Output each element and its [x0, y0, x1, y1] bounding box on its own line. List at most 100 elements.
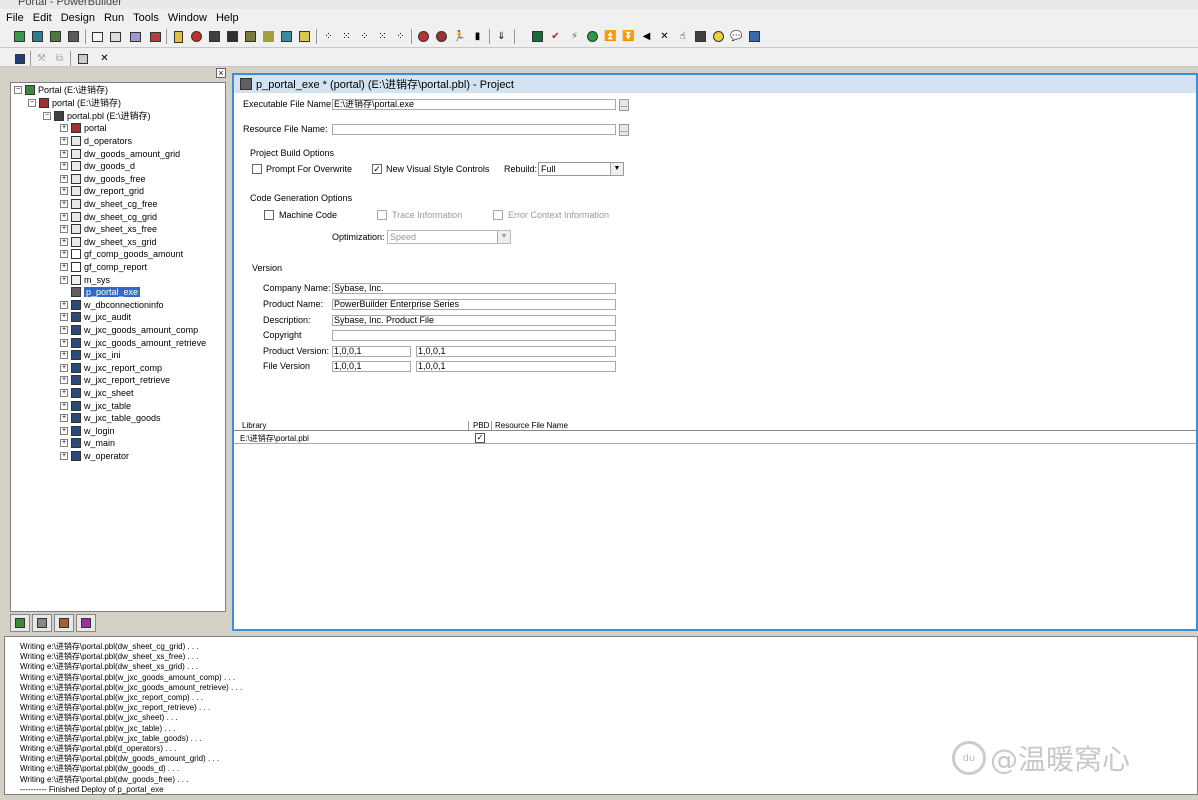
copyright-input[interactable] — [332, 330, 616, 341]
res-file-input[interactable] — [332, 124, 616, 135]
prompt-overwrite-checkbox[interactable] — [252, 164, 262, 174]
lightning-icon[interactable]: ⚡ — [566, 28, 583, 45]
shield-icon[interactable] — [529, 28, 546, 45]
upload-icon[interactable]: ⏫ — [602, 28, 619, 45]
machine-code-checkbox[interactable] — [264, 210, 274, 220]
dots3-icon[interactable]: ⁘ — [356, 28, 373, 45]
globe-icon[interactable] — [584, 28, 601, 45]
debug-icon[interactable] — [415, 28, 432, 45]
tree-node[interactable]: + w_jxc_ini — [60, 348, 121, 361]
dbprofile-icon[interactable] — [188, 28, 205, 45]
window-icon[interactable] — [89, 28, 106, 45]
tree-node[interactable]: + w_jxc_audit — [60, 310, 131, 323]
menu-window[interactable]: Window — [168, 12, 207, 24]
rebuild-select[interactable]: Full ▼ — [538, 162, 624, 176]
tree-icon[interactable] — [260, 28, 277, 45]
library-painter-icon[interactable] — [224, 28, 241, 45]
menu-edit[interactable]: Edit — [33, 12, 52, 24]
product-version-string-input[interactable]: 1,0,0,1 — [416, 346, 616, 357]
layout-icon[interactable] — [107, 28, 124, 45]
download-icon[interactable]: ⏬ — [620, 28, 637, 45]
tree-node[interactable]: + gf_comp_goods_amount — [60, 247, 183, 260]
building-icon[interactable] — [692, 28, 709, 45]
trace-info-checkbox[interactable] — [377, 210, 387, 220]
tab-output-icon[interactable] — [76, 614, 96, 632]
description-input[interactable]: Sybase, Inc. Product File — [332, 315, 616, 326]
dots1-icon[interactable]: ⁘ — [320, 28, 337, 45]
tree-node[interactable]: + dw_goods_d — [60, 159, 135, 172]
tree-node[interactable]: + portal — [60, 121, 107, 134]
tab-library-icon[interactable] — [54, 614, 74, 632]
tab-system-tree-icon[interactable] — [10, 614, 30, 632]
file-version-string-input[interactable]: 1,0,0,1 — [416, 361, 616, 372]
select-icon[interactable]: ▮ — [469, 28, 486, 45]
exit-icon[interactable]: ⇓ — [493, 28, 510, 45]
pbd-checkbox[interactable]: ✓ — [475, 433, 485, 443]
panel-close-icon[interactable]: × — [216, 68, 226, 78]
wizard-icon[interactable] — [746, 28, 763, 45]
tree-node[interactable]: + gf_comp_report — [60, 260, 147, 273]
save-icon[interactable] — [11, 50, 28, 67]
tree-node[interactable]: + w_jxc_sheet — [60, 386, 134, 399]
pbd-column-header[interactable]: PBD — [468, 421, 489, 430]
table-row[interactable]: E:\进销存\portal.pbl ✓ — [234, 432, 1196, 444]
flag-icon[interactable]: ◀ — [638, 28, 655, 45]
tree-node[interactable]: + w_operator — [60, 449, 129, 462]
tree-node[interactable]: + dw_sheet_xs_free — [60, 222, 157, 235]
run-icon[interactable] — [433, 28, 450, 45]
runner-icon[interactable]: 🏃 — [451, 28, 468, 45]
menu-file[interactable]: File — [6, 12, 24, 24]
optimization-select[interactable]: Speed ▼ — [387, 230, 511, 244]
error-context-label: Error Context Information — [508, 210, 610, 220]
properties-icon[interactable] — [74, 50, 91, 67]
tree-node-selected[interactable]: +p_portal_exe — [60, 285, 141, 298]
error-context-checkbox[interactable] — [493, 210, 503, 220]
menu-run[interactable]: Run — [104, 12, 124, 24]
tree-node[interactable]: − Portal (E:\进销存) — [14, 83, 108, 96]
product-version-input[interactable]: 1,0,0,1 — [332, 346, 411, 357]
hand-icon[interactable]: ☝ — [674, 28, 691, 45]
tree-node[interactable]: + w_jxc_goods_amount_comp — [60, 323, 198, 336]
library-column-header[interactable]: Library — [242, 421, 266, 430]
product-input[interactable]: PowerBuilder Enterprise Series — [332, 299, 616, 310]
menu-tools[interactable]: Tools — [133, 12, 159, 24]
build-icon[interactable]: ⚒ — [33, 50, 50, 67]
check-icon[interactable]: ✔ — [547, 28, 564, 45]
dots4-icon[interactable]: ⁙ — [374, 28, 391, 45]
tree-node[interactable]: + w_main — [60, 436, 115, 449]
exe-browse-button[interactable]: ... — [619, 99, 629, 111]
picture-icon[interactable] — [147, 28, 164, 45]
inherit-icon[interactable] — [29, 28, 46, 45]
smiley-icon[interactable] — [710, 28, 727, 45]
dots5-icon[interactable]: ⁘ — [392, 28, 409, 45]
component-icon[interactable] — [278, 28, 295, 45]
new-visual-checkbox[interactable]: ✓ — [372, 164, 382, 174]
browser-icon[interactable] — [242, 28, 259, 45]
tree-node[interactable]: − portal (E:\进销存) — [28, 96, 121, 109]
file-version-input[interactable]: 1,0,0,1 — [332, 361, 411, 372]
chat-icon[interactable]: 💬 — [728, 28, 745, 45]
open-icon[interactable] — [47, 28, 64, 45]
tree-node[interactable]: + dw_report_grid — [60, 184, 144, 197]
menu-design[interactable]: Design — [61, 12, 95, 24]
edit-icon[interactable] — [296, 28, 313, 45]
close-icon[interactable]: ✕ — [96, 50, 113, 67]
company-input[interactable]: Sybase, Inc. — [332, 283, 616, 294]
tree-node[interactable]: + w_jxc_report_retrieve — [60, 373, 170, 386]
tree-node[interactable]: + w_jxc_table_goods — [60, 411, 161, 424]
tree-node[interactable]: + dw_sheet_cg_free — [60, 197, 158, 210]
image-icon[interactable] — [127, 28, 144, 45]
res-browse-button[interactable]: ... — [619, 124, 629, 136]
database-icon[interactable] — [206, 28, 223, 45]
deploy-icon[interactable]: ⧉ — [51, 50, 68, 67]
delete-icon[interactable]: ✕ — [656, 28, 673, 45]
exe-file-input[interactable]: E:\进销存\portal.exe — [332, 99, 616, 110]
dots2-icon[interactable]: ⁙ — [338, 28, 355, 45]
resource-column-header[interactable]: Resource File Name — [491, 421, 568, 430]
new-icon[interactable] — [11, 28, 28, 45]
tab-clip-icon[interactable] — [32, 614, 52, 632]
library-icon[interactable] — [170, 28, 187, 45]
preview-icon[interactable] — [65, 28, 82, 45]
menu-help[interactable]: Help — [216, 12, 239, 24]
tree-node[interactable]: + d_operators — [60, 134, 132, 147]
